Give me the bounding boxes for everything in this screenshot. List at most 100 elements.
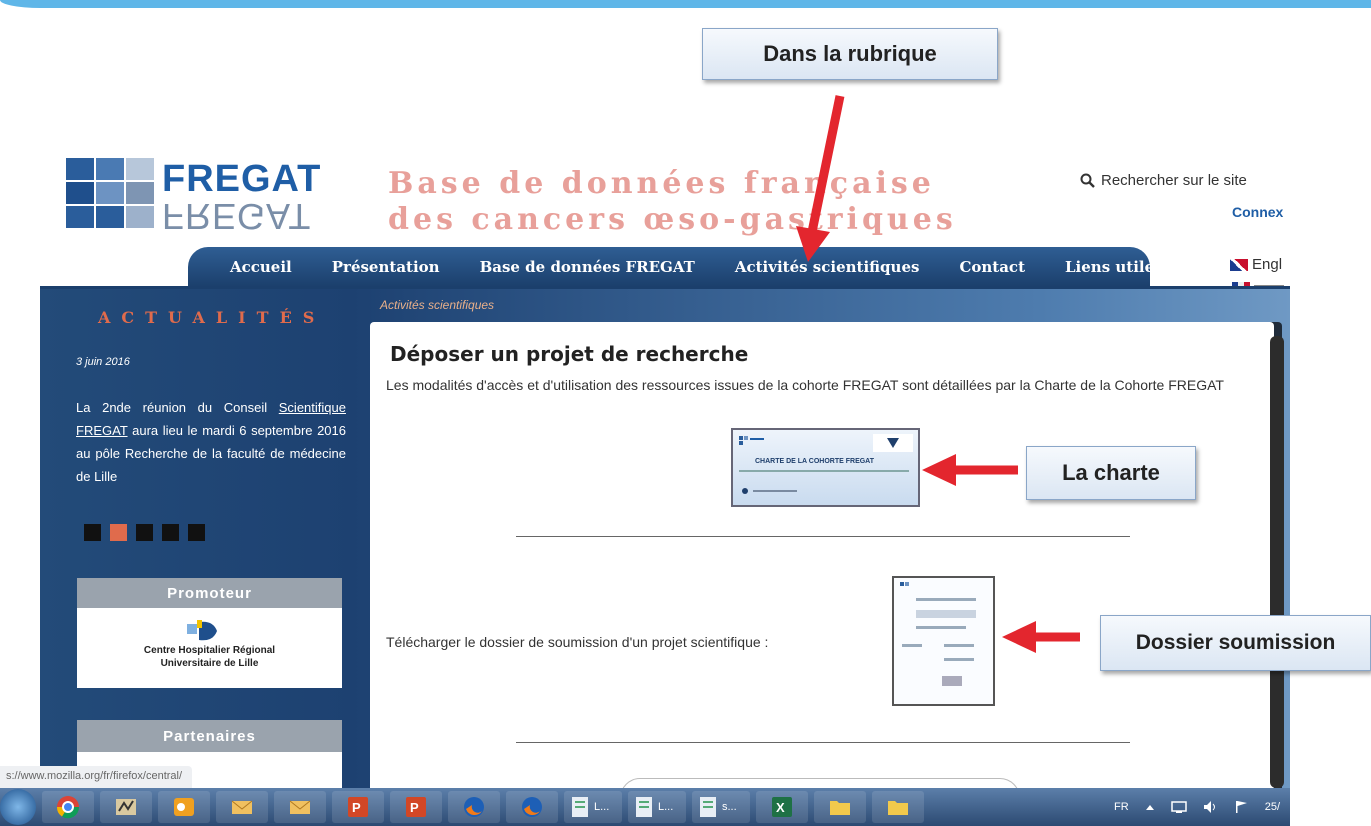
tagline-line-1: Base de données française	[388, 166, 935, 201]
dossier-thumb-line	[944, 658, 974, 661]
charte-document-link[interactable]: CHARTE DE LA COHORTE FREGAT	[731, 428, 920, 507]
carousel-dot[interactable]	[84, 524, 101, 541]
dossier-soumission-link[interactable]	[892, 576, 995, 706]
nav-activites-scientifiques[interactable]: Activités scientifiques	[735, 258, 920, 276]
tray-clock[interactable]: 25/	[1265, 801, 1280, 813]
status-bar-url: s://www.mozilla.org/fr/firefox/central/	[0, 766, 193, 788]
language-english[interactable]: Engl	[1230, 256, 1282, 273]
sidebar: ACTUALITÉS 3 juin 2016 La 2nde réunion d…	[70, 296, 346, 792]
site-search[interactable]: Rechercher sur le site	[1080, 172, 1247, 189]
excel-icon: X	[772, 797, 792, 817]
search-icon	[1080, 173, 1095, 188]
app-icon	[116, 799, 136, 815]
promoteur-box: Promoteur Centre Hospitalier Régional Un…	[77, 578, 342, 688]
folder-icon	[888, 801, 908, 815]
download-instruction: Télécharger le dossier de soumission d'u…	[386, 634, 769, 650]
mail-icon	[289, 800, 311, 814]
start-button[interactable]	[0, 789, 36, 825]
top-decorative-stripe	[0, 0, 1371, 8]
carousel-dot[interactable]	[162, 524, 179, 541]
chru-line-1: Centre Hospitalier Régional	[143, 645, 276, 656]
taskbar-app[interactable]	[100, 791, 152, 823]
svg-text:P: P	[352, 800, 361, 815]
charte-seal-icon	[873, 434, 913, 452]
taskbar-powerpoint[interactable]: P	[332, 791, 384, 823]
taskbar-outlook[interactable]	[158, 791, 210, 823]
charte-thumb-title: CHARTE DE LA COHORTE FREGAT	[755, 458, 874, 465]
taskbar-folder[interactable]	[872, 791, 924, 823]
tagline-line-2: des cancers œso-gastriques	[388, 202, 957, 237]
carousel-dot-active[interactable]	[110, 524, 127, 541]
fregat-logo[interactable]	[66, 158, 158, 230]
nav-base-de-donnees[interactable]: Base de données FREGAT	[480, 258, 695, 276]
nav-presentation[interactable]: Présentation	[332, 258, 440, 276]
search-label: Rechercher sur le site	[1101, 172, 1247, 189]
brand-name-reflection: FREGAT	[162, 196, 312, 237]
taskbar-document-2[interactable]: L...	[628, 791, 686, 823]
windows-taskbar: P P L... L... s... X FR 25/	[0, 788, 1290, 826]
partenaires-header: Partenaires	[77, 720, 342, 752]
dossier-thumb-block	[942, 676, 962, 686]
firefox-icon	[522, 797, 542, 817]
taskbar-powerpoint[interactable]: P	[390, 791, 442, 823]
charte-thumb-line	[739, 470, 909, 472]
dossier-thumb-line	[916, 626, 966, 629]
charte-footer-icon	[742, 488, 797, 494]
carousel-dot[interactable]	[188, 524, 205, 541]
tray-language[interactable]: FR	[1114, 801, 1129, 813]
folder-icon	[830, 801, 850, 815]
tray-chevron-up-icon[interactable]	[1145, 803, 1155, 811]
svg-text:X: X	[776, 800, 785, 815]
powerpoint-icon: P	[406, 797, 426, 817]
outlook-icon	[174, 798, 194, 816]
taskbar-firefox[interactable]	[506, 791, 558, 823]
content-card: Déposer un projet de recherche Les modal…	[370, 322, 1274, 798]
news-text: La 2nde réunion du Conseil Scientifique …	[76, 396, 346, 488]
dossier-thumb-line	[902, 644, 922, 647]
charte-logo-icon	[739, 436, 764, 445]
connexion-link[interactable]: Connex	[1232, 204, 1283, 220]
taskbar-document-1[interactable]: L...	[564, 791, 622, 823]
dossier-thumb-line	[916, 598, 976, 601]
document-icon	[636, 797, 652, 817]
taskbar-firefox[interactable]	[448, 791, 500, 823]
screenshot-stage: FREGAT FREGAT Base de données française …	[0, 0, 1371, 826]
chru-lille-name: Centre Hospitalier Régional Universitair…	[77, 644, 342, 670]
uk-flag-icon	[1230, 258, 1248, 271]
intro-text: Les modalités d'accès et d'utilisation d…	[386, 377, 1224, 393]
news-text-part-1: La 2nde réunion du Conseil	[76, 400, 268, 415]
nav-contact[interactable]: Contact	[959, 258, 1025, 276]
page-scrollbar[interactable]	[1270, 336, 1284, 788]
system-tray: FR 25/	[1114, 788, 1280, 826]
dossier-thumb-block	[916, 610, 976, 618]
network-icon[interactable]	[1170, 800, 1187, 814]
powerpoint-icon: P	[348, 797, 368, 817]
chru-lille-logo[interactable]	[187, 620, 219, 642]
nav-accueil[interactable]: Accueil	[230, 258, 292, 276]
actualites-title: ACTUALITÉS	[98, 308, 326, 327]
taskbar-document-3-label: s...	[722, 801, 737, 813]
flag-notification-icon[interactable]	[1235, 800, 1249, 814]
page-title: Déposer un projet de recherche	[390, 342, 749, 366]
firefox-icon	[464, 797, 484, 817]
section-divider	[516, 536, 1130, 537]
taskbar-mail[interactable]	[274, 791, 326, 823]
carousel-dot[interactable]	[136, 524, 153, 541]
news-date: 3 juin 2016	[76, 356, 130, 368]
taskbar-folder[interactable]	[814, 791, 866, 823]
taskbar-document-2-label: L...	[658, 801, 674, 813]
chru-line-2: Universitaire de Lille	[160, 658, 259, 669]
chrome-icon	[56, 796, 80, 819]
taskbar-chrome[interactable]	[42, 791, 94, 823]
nav-liens-utiles[interactable]: Liens utiles	[1065, 258, 1163, 276]
taskbar-mail[interactable]	[216, 791, 268, 823]
taskbar-document-3[interactable]: s...	[692, 791, 750, 823]
volume-icon[interactable]	[1203, 800, 1219, 814]
document-icon	[572, 797, 588, 817]
site-tagline: Base de données française des cancers œs…	[388, 166, 957, 238]
taskbar-excel[interactable]: X	[756, 791, 808, 823]
taskbar-document-1-label: L...	[594, 801, 610, 813]
callout-dossier-soumission: Dossier soumission	[1100, 615, 1371, 671]
breadcrumb[interactable]: Activités scientifiques	[380, 298, 494, 312]
callout-la-charte: La charte	[1026, 446, 1196, 500]
